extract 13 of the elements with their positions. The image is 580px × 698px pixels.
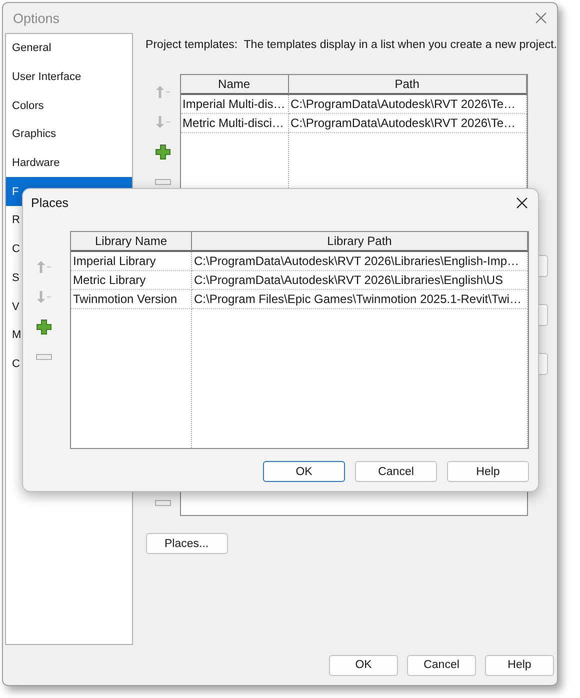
table-cell: C:\ProgramData\Autodesk\RVT 2026\Te…	[288, 95, 527, 114]
table-cell: C:\Program Files\Epic Games\Twinmotion 2025.1-Revit\Twi…	[192, 290, 528, 309]
table-cell: Twinmotion Version	[71, 290, 192, 309]
window-title: Options	[13, 10, 60, 26]
table-cell: C:\ProgramData\Autodesk\RVT 2026\Te…	[288, 114, 527, 133]
table-cell: Imperial Multi-dis…	[180, 95, 289, 114]
table-cell: C:\ProgramData\Autodesk\RVT 2026\Libraries\English\US	[192, 271, 528, 290]
dialog-title: Places	[31, 196, 69, 210]
description-text: Project templates: The templates display in a list when you create a new project.	[146, 39, 557, 51]
table-cell: Metric Library	[71, 271, 192, 290]
table-cell: Metric Multi-disci…	[180, 114, 289, 133]
table-cell: Imperial Library	[71, 252, 192, 271]
table-cell: C:\ProgramData\Autodesk\RVT 2026\Libraries\English-Imp…	[192, 252, 528, 271]
